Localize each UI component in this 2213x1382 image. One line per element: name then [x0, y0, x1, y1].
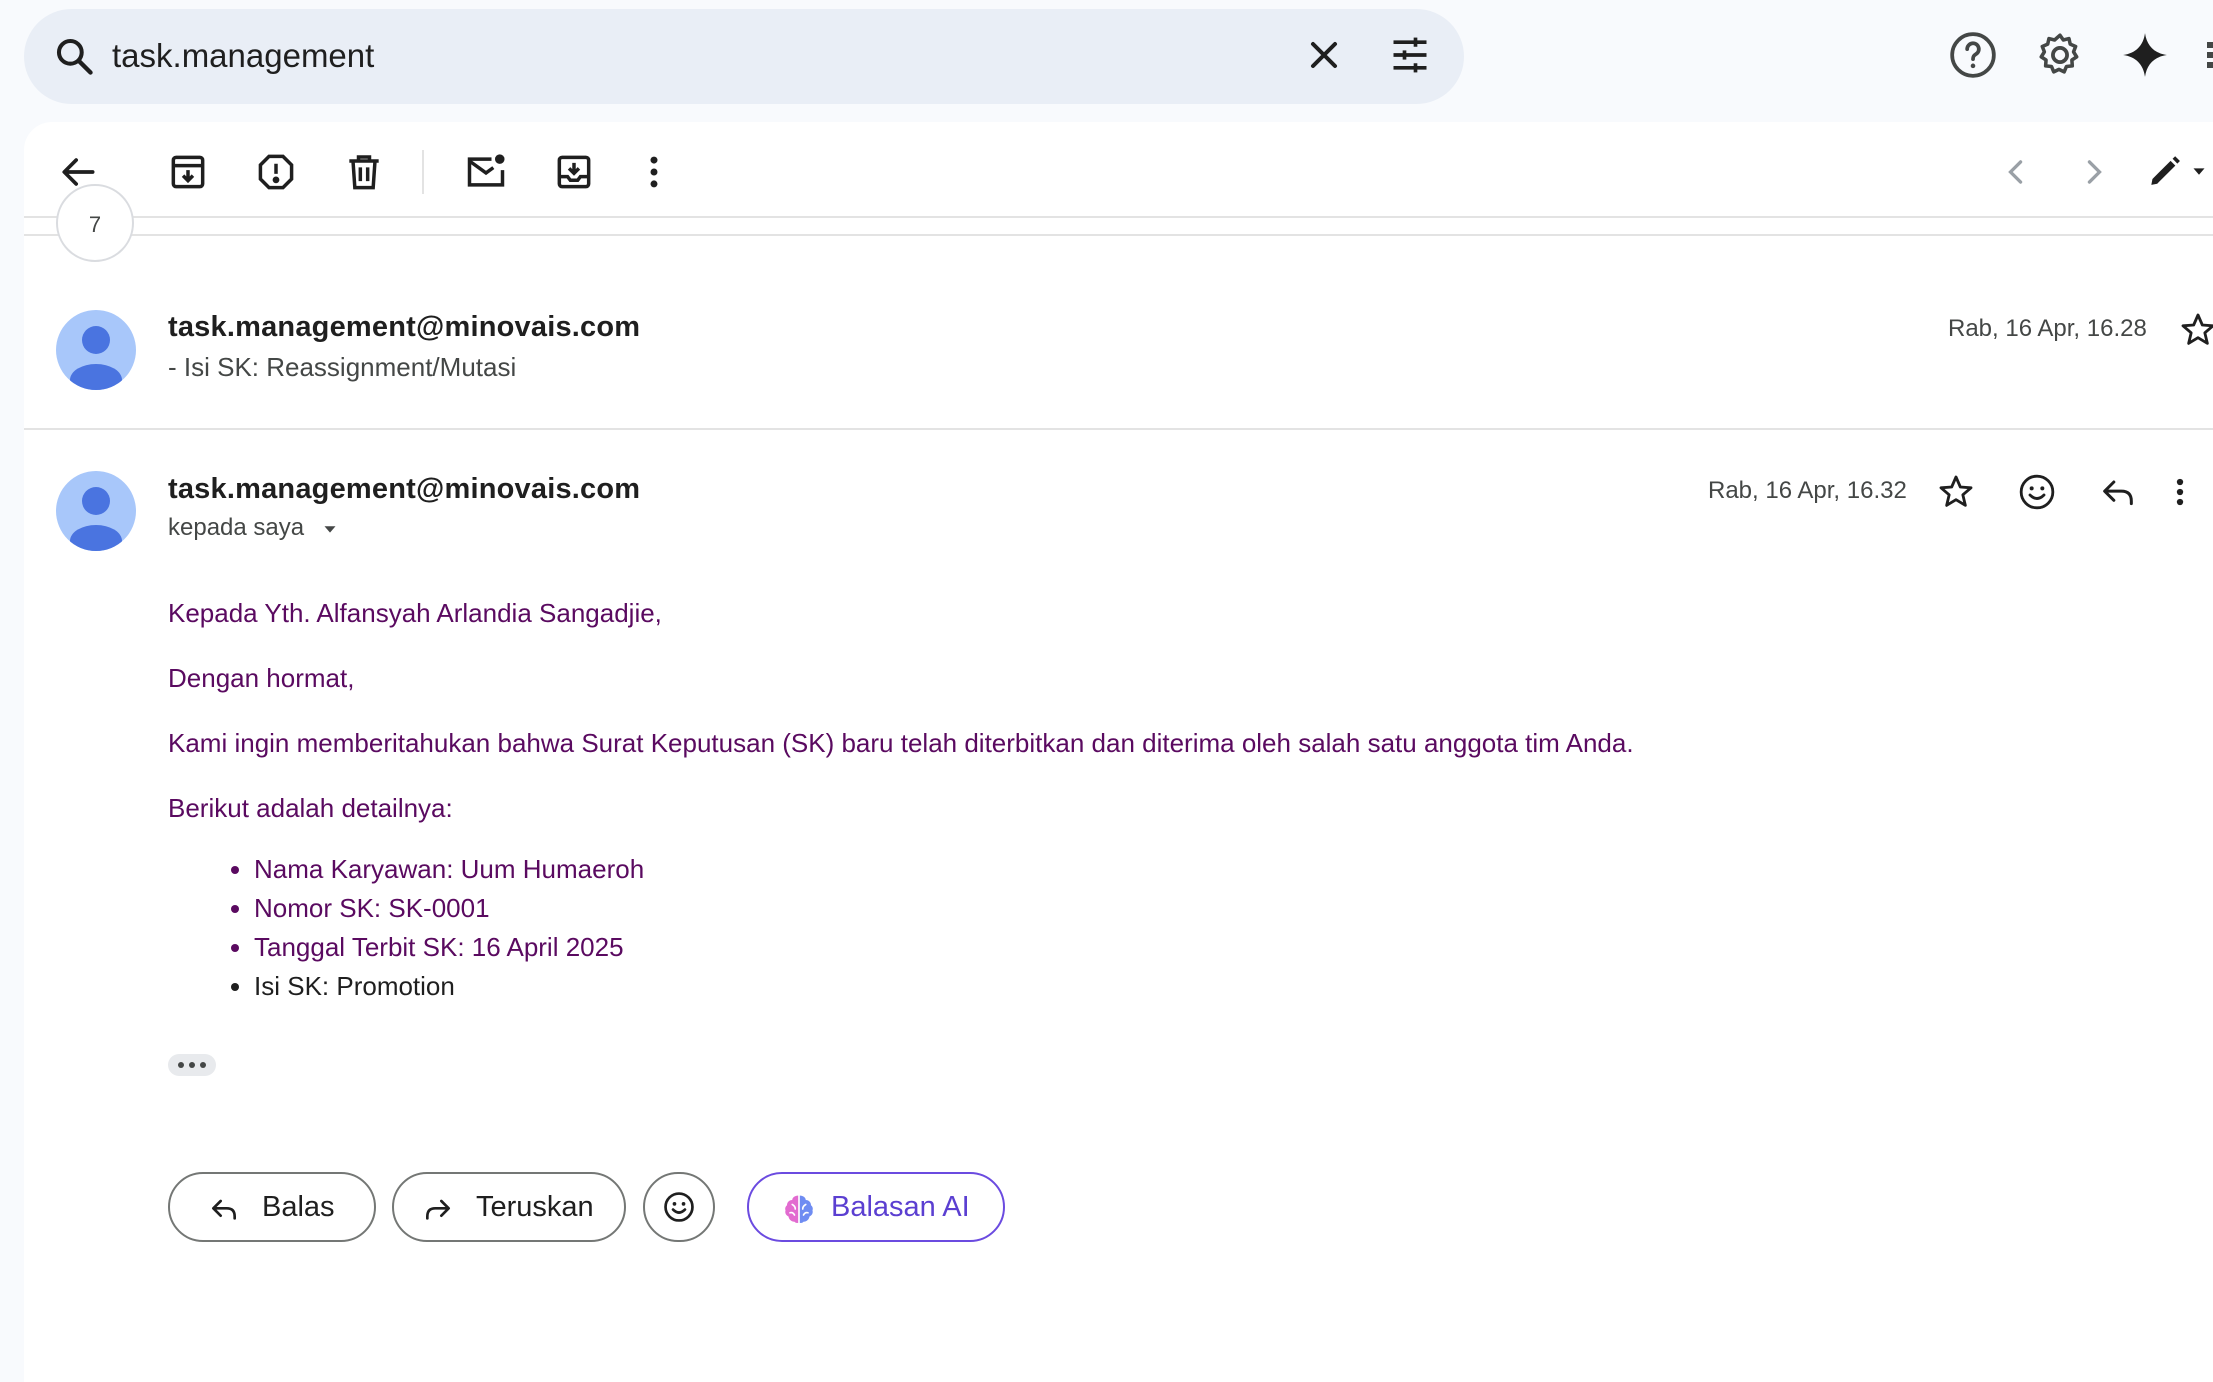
forward-button-label: Teruskan: [476, 1191, 594, 1223]
emoji-button[interactable]: [643, 1172, 715, 1242]
reply-icon: [208, 1193, 240, 1225]
avatar: [56, 310, 136, 390]
message-date: Rab, 16 Apr, 16.28: [1948, 315, 2147, 342]
brain-icon: [781, 1191, 817, 1227]
search-icon[interactable]: [52, 34, 96, 78]
ai-reply-button-label: Balasan AI: [831, 1191, 970, 1223]
more-vert-icon[interactable]: [632, 150, 676, 194]
sender-name[interactable]: task.management@minovais.com: [168, 473, 640, 506]
toolbar-separator: [422, 150, 424, 194]
message-snippet[interactable]: - Isi SK: Reassignment/Mutasi: [168, 352, 516, 383]
clear-search-icon[interactable]: [1302, 33, 1346, 77]
message-date: Rab, 16 Apr, 16.32: [1708, 477, 1907, 504]
details-list: Nama Karyawan: Uum Humaeroh Nomor SK: SK…: [230, 850, 644, 1006]
gear-icon[interactable]: [2035, 30, 2085, 80]
email-salutation: Dengan hormat,: [168, 663, 355, 693]
help-icon[interactable]: [1948, 30, 1998, 80]
collapsed-count[interactable]: 7: [56, 184, 134, 262]
list-item: Isi SK: Promotion: [230, 967, 644, 1006]
emoji-reaction-icon[interactable]: [2017, 472, 2057, 512]
message-divider: [24, 428, 2213, 430]
sender-name[interactable]: task.management@minovais.com: [168, 311, 640, 344]
email-greeting: Kepada Yth. Alfansyah Arlandia Sangadjie…: [168, 598, 662, 628]
star-icon[interactable]: [2178, 310, 2213, 350]
mark-unread-icon[interactable]: [464, 150, 508, 194]
recipient-text: kepada saya: [168, 514, 305, 541]
email-intro: Kami ingin memberitahukan bahwa Surat Ke…: [168, 728, 1634, 758]
reply-button-label: Balas: [262, 1191, 335, 1223]
apps-grid-icon[interactable]: [2205, 30, 2213, 80]
sparkle-icon[interactable]: [2120, 30, 2170, 80]
search-bar[interactable]: task.management: [24, 9, 1464, 104]
dropdown-arrow-icon[interactable]: [319, 518, 341, 540]
move-to-icon[interactable]: [552, 150, 596, 194]
archive-icon[interactable]: [166, 150, 210, 194]
message-view: 7 task.management@minovais.com - Isi SK:…: [24, 122, 2213, 1382]
forward-button[interactable]: Teruskan: [392, 1172, 626, 1242]
list-item: Nomor SK: SK-0001: [230, 889, 644, 928]
more-vert-icon[interactable]: [2172, 472, 2188, 512]
search-options-icon[interactable]: [1388, 33, 1432, 77]
next-chevron-icon[interactable]: [2072, 150, 2116, 194]
show-trimmed-content-button[interactable]: [168, 1054, 216, 1076]
list-item: Tanggal Terbit SK: 16 April 2025: [230, 928, 644, 967]
reply-button[interactable]: Balas: [168, 1172, 376, 1242]
avatar: [56, 471, 136, 551]
email-details-heading: Berikut adalah detailnya:: [168, 793, 453, 823]
ai-reply-button[interactable]: Balasan AI: [747, 1172, 1005, 1242]
recipient-label[interactable]: kepada saya: [168, 514, 341, 542]
list-item: Nama Karyawan: Uum Humaeroh: [230, 850, 644, 889]
reply-icon[interactable]: [2098, 472, 2138, 512]
forward-icon: [422, 1193, 454, 1225]
toolbar-divider: [24, 216, 2213, 218]
edit-pencil-icon[interactable]: [2142, 150, 2212, 194]
prev-chevron-icon[interactable]: [1994, 150, 2038, 194]
delete-icon[interactable]: [342, 150, 386, 194]
star-icon[interactable]: [1936, 472, 1976, 512]
collapsed-divider: [24, 234, 2213, 236]
emoji-icon: [662, 1190, 696, 1224]
search-input[interactable]: task.management: [112, 31, 374, 81]
report-spam-icon[interactable]: [254, 150, 298, 194]
